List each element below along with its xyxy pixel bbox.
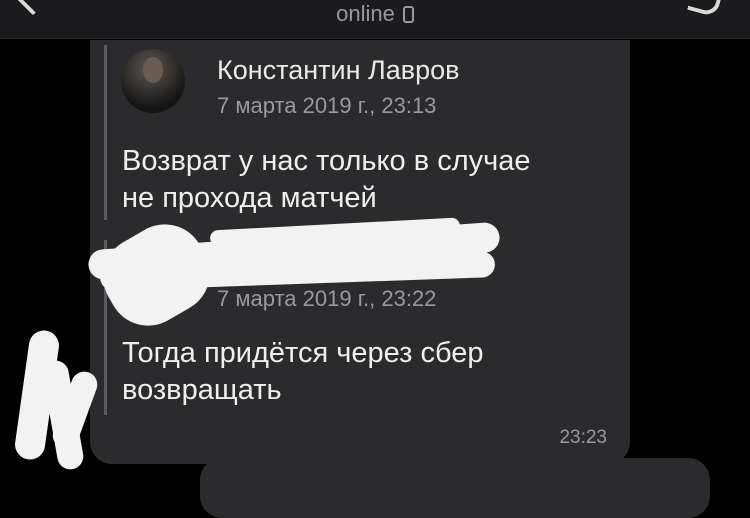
mobile-device-icon (402, 5, 414, 23)
forwarded-text: Возврат у нас только в случае не прохода… (122, 143, 612, 217)
text-line: не прохода матчей (122, 182, 377, 214)
forward-indicator-bar (104, 45, 107, 220)
forwarded-author-name[interactable]: Константин Лавров (217, 55, 459, 86)
next-message-bubble[interactable] (200, 458, 710, 518)
forwarded-text: Тогда придётся через сбер возвращать (122, 335, 612, 409)
chat-header: online (0, 0, 750, 39)
forwarded-date: 7 марта 2019 г., 23:22 (217, 286, 437, 311)
text-line: Тогда придётся через сбер (122, 337, 484, 369)
forwarded-date: 7 марта 2019 г., 23:13 (217, 93, 437, 118)
text-line: Возврат у нас только в случае (122, 145, 531, 177)
online-status: online (336, 1, 395, 26)
text-line: возвращать (122, 374, 282, 406)
avatar[interactable] (121, 49, 185, 113)
message-time: 23:23 (559, 427, 607, 448)
